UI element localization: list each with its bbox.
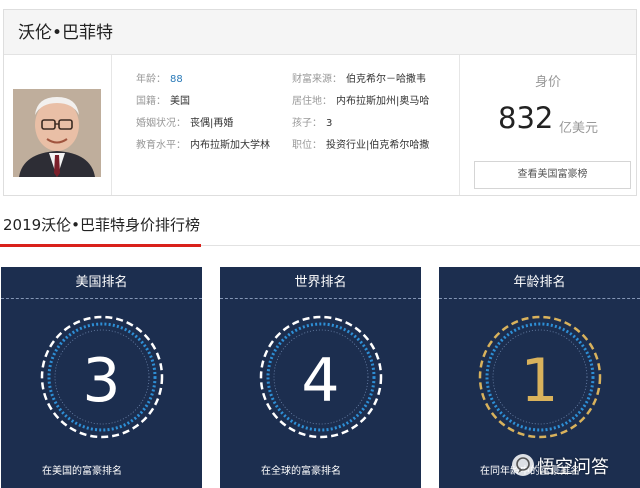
info-key: 婚姻状况： [136,118,186,129]
net-worth-unit: 亿美元 [559,121,599,136]
info-value: 丧偶|再婚 [190,118,234,129]
info-value: 3 [326,118,333,129]
info-value: 美国 [170,96,190,107]
info-key: 财富来源： [292,74,342,85]
view-us-rich-list-button[interactable]: 查看美国富豪榜 [474,161,631,189]
info-residence: 居住地： 内布拉斯加州|奥马哈 [292,92,429,107]
net-worth-label: 身价 [534,75,561,90]
info-value: 投资行业|伯克希尔哈撒 [326,140,430,151]
profile-body: 年龄： 88 财富来源： 伯克希尔－哈撒韦 国籍： 美国 居住地： 内布拉斯加州|奥马哈… [4,55,636,195]
profile-info: 年龄： 88 财富来源： 伯克希尔－哈撒韦 国籍： 美国 居住地： 内布拉斯加州|奥马哈… [112,55,460,195]
panel-divider [220,298,421,299]
info-wealth-source: 财富来源： 伯克希尔－哈撒韦 [292,70,426,85]
info-age: 年龄： 88 [136,70,183,85]
info-key: 孩子： [292,118,322,129]
rank-number: 1 [520,346,559,416]
info-position: 职位： 投资行业|伯克希尔哈撒 [292,136,429,151]
info-nationality: 国籍： 美国 [136,92,190,107]
info-key: 年龄： [136,74,166,85]
info-value: 内布拉斯加州|奥马哈 [336,96,430,107]
net-worth-value: 832 [498,101,554,135]
profile-photo [13,89,101,177]
profile-name: 沃伦•巴菲特 [4,10,636,55]
info-value: 伯克希尔－哈撒韦 [346,74,426,85]
panel-title: 年龄排名 [513,275,566,290]
panel-title: 美国排名 [75,275,128,290]
info-key: 居住地： [292,96,332,107]
net-worth-panel: 身价 832 亿美元 查看美国富豪榜 [460,55,636,195]
watermark: 悟空问答 [512,452,638,480]
info-education: 教育水平： 内布拉斯加大学林 [136,136,270,151]
info-key: 国籍： [136,96,166,107]
section-title-underline [0,244,201,247]
info-value: 88 [170,74,183,85]
profile-card: 沃伦•巴菲特 年龄： 88 财富来源： 伯克希尔－哈撒韦 国籍： 美国 居住地：… [3,9,637,196]
info-children: 孩子： 3 [292,114,332,129]
us-rank-panel: 美国排名 3 在美国的富豪排名 [1,267,202,488]
info-key: 教育水平： [136,140,186,151]
rank-number: 4 [301,346,340,416]
info-key: 职位： [292,140,322,151]
photo-column [4,55,112,195]
ranking-section-title: 2019沃伦•巴菲特身价排行榜 [3,216,201,234]
panel-divider [1,298,202,299]
info-value: 内布拉斯加大学林 [190,140,270,151]
rank-number: 3 [82,346,121,416]
info-marital-status: 婚姻状况： 丧偶|再婚 [136,114,233,129]
panel-divider [439,298,640,299]
panel-footer: 在美国的富豪排名 [42,466,122,477]
chat-bubble-icon [512,454,534,476]
watermark-text: 悟空问答 [537,457,609,478]
panel-footer: 在全球的富豪排名 [261,466,341,477]
world-rank-panel: 世界排名 4 在全球的富豪排名 [220,267,421,488]
panel-title: 世界排名 [294,275,347,290]
